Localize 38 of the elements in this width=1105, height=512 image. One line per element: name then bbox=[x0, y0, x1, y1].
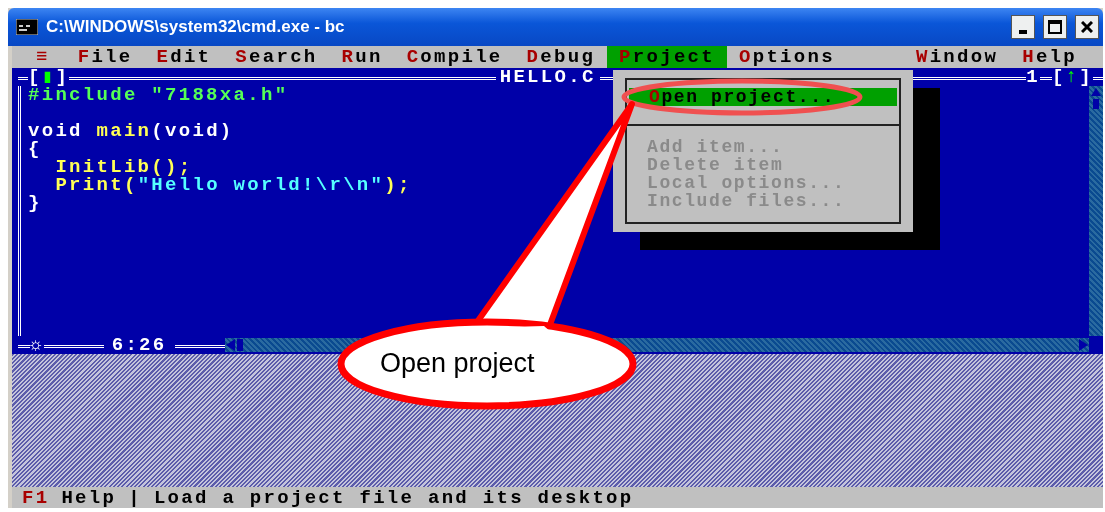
menu-item[interactable]: Help bbox=[1010, 46, 1089, 68]
code-line: void main(void) bbox=[28, 122, 234, 140]
menu-item[interactable]: Debug bbox=[514, 46, 608, 68]
menu-item[interactable]: Window bbox=[903, 46, 1011, 68]
menu-item[interactable]: ≡ bbox=[24, 46, 62, 68]
close-box[interactable]: [▮] bbox=[28, 68, 70, 86]
help-key[interactable]: F1 bbox=[22, 488, 50, 507]
status-separator: | bbox=[128, 488, 142, 507]
cursor-position: 6:26 bbox=[110, 336, 168, 354]
zoom-box[interactable]: [↑] bbox=[1051, 68, 1093, 86]
code-line: InitLib(); bbox=[54, 158, 193, 176]
callout-text: Open project bbox=[380, 347, 535, 379]
minimize-icon bbox=[1019, 30, 1027, 34]
maximize-icon bbox=[1048, 20, 1062, 34]
file-title: HELLO.C bbox=[498, 68, 597, 86]
menu-item[interactable]: Edit bbox=[144, 46, 224, 68]
menu-item[interactable]: Search bbox=[223, 46, 330, 68]
close-button[interactable] bbox=[1075, 15, 1099, 39]
window-number: 1 bbox=[1026, 68, 1040, 86]
maximize-button[interactable] bbox=[1043, 15, 1067, 39]
menu-item[interactable]: Project bbox=[607, 46, 727, 68]
menu-item[interactable]: Run bbox=[329, 46, 395, 68]
modified-indicator: ☼ bbox=[30, 336, 44, 354]
menu-item[interactable]: Options bbox=[727, 46, 847, 68]
code-line: #include "7188xa.h" bbox=[28, 86, 289, 104]
code-line: } bbox=[28, 194, 42, 212]
menu-item[interactable]: Compile bbox=[394, 46, 515, 68]
status-message: Load a project file and its desktop bbox=[153, 488, 634, 507]
code-line: Print("Hello world!\r\n"); bbox=[54, 176, 412, 194]
vertical-scrollbar[interactable] bbox=[1089, 86, 1103, 336]
help-label: Help bbox=[61, 488, 117, 507]
close-icon bbox=[1081, 21, 1093, 33]
console-icon[interactable] bbox=[16, 19, 38, 35]
code-line: { bbox=[28, 140, 42, 158]
window-title: C:\WINDOWS\system32\cmd.exe - bc bbox=[46, 16, 345, 39]
minimize-button[interactable] bbox=[1011, 15, 1035, 39]
menu-option[interactable]: Open project... bbox=[629, 88, 897, 106]
menu-item[interactable]: File bbox=[65, 46, 145, 68]
